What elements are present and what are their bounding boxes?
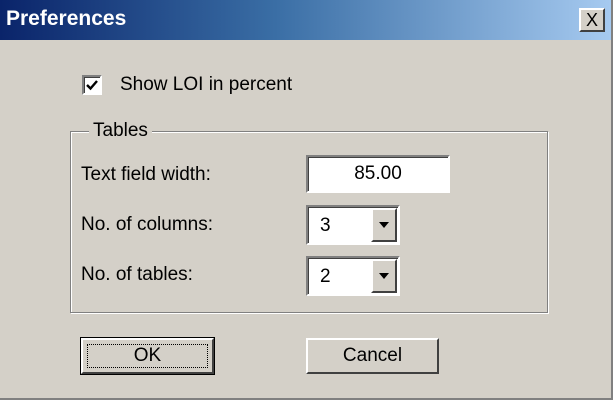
ok-button[interactable]: OK	[80, 337, 215, 375]
columns-dropdown-button[interactable]	[371, 208, 397, 242]
text-field-width-label: Text field width:	[81, 164, 211, 185]
tables-count-select[interactable]: 2	[306, 256, 400, 296]
window-title: Preferences	[6, 7, 127, 30]
columns-value: 3	[320, 215, 331, 236]
chevron-down-icon	[379, 273, 389, 279]
columns-label: No. of columns:	[81, 214, 213, 235]
tables-count-value: 2	[320, 266, 331, 287]
text-field-width-input[interactable]: 85.00	[306, 155, 450, 193]
show-loi-checkbox[interactable]	[82, 75, 102, 95]
cancel-button-label: Cancel	[342, 345, 403, 366]
chevron-down-icon	[379, 222, 389, 228]
preferences-dialog: Preferences X Show LOI in percent Tables…	[0, 0, 613, 400]
tables-group-label: Tables	[89, 120, 152, 142]
check-icon	[86, 80, 98, 91]
close-icon: X	[585, 10, 598, 30]
cancel-button[interactable]: Cancel	[306, 338, 439, 374]
columns-select[interactable]: 3	[306, 205, 400, 245]
close-button[interactable]: X	[579, 8, 605, 32]
focus-rect	[87, 344, 208, 368]
show-loi-label[interactable]: Show LOI in percent	[120, 74, 292, 96]
tables-count-dropdown-button[interactable]	[371, 259, 397, 293]
tables-count-label: No. of tables:	[81, 264, 193, 285]
show-loi-option[interactable]: Show LOI in percent	[82, 74, 292, 96]
title-bar[interactable]: Preferences X	[0, 0, 611, 40]
